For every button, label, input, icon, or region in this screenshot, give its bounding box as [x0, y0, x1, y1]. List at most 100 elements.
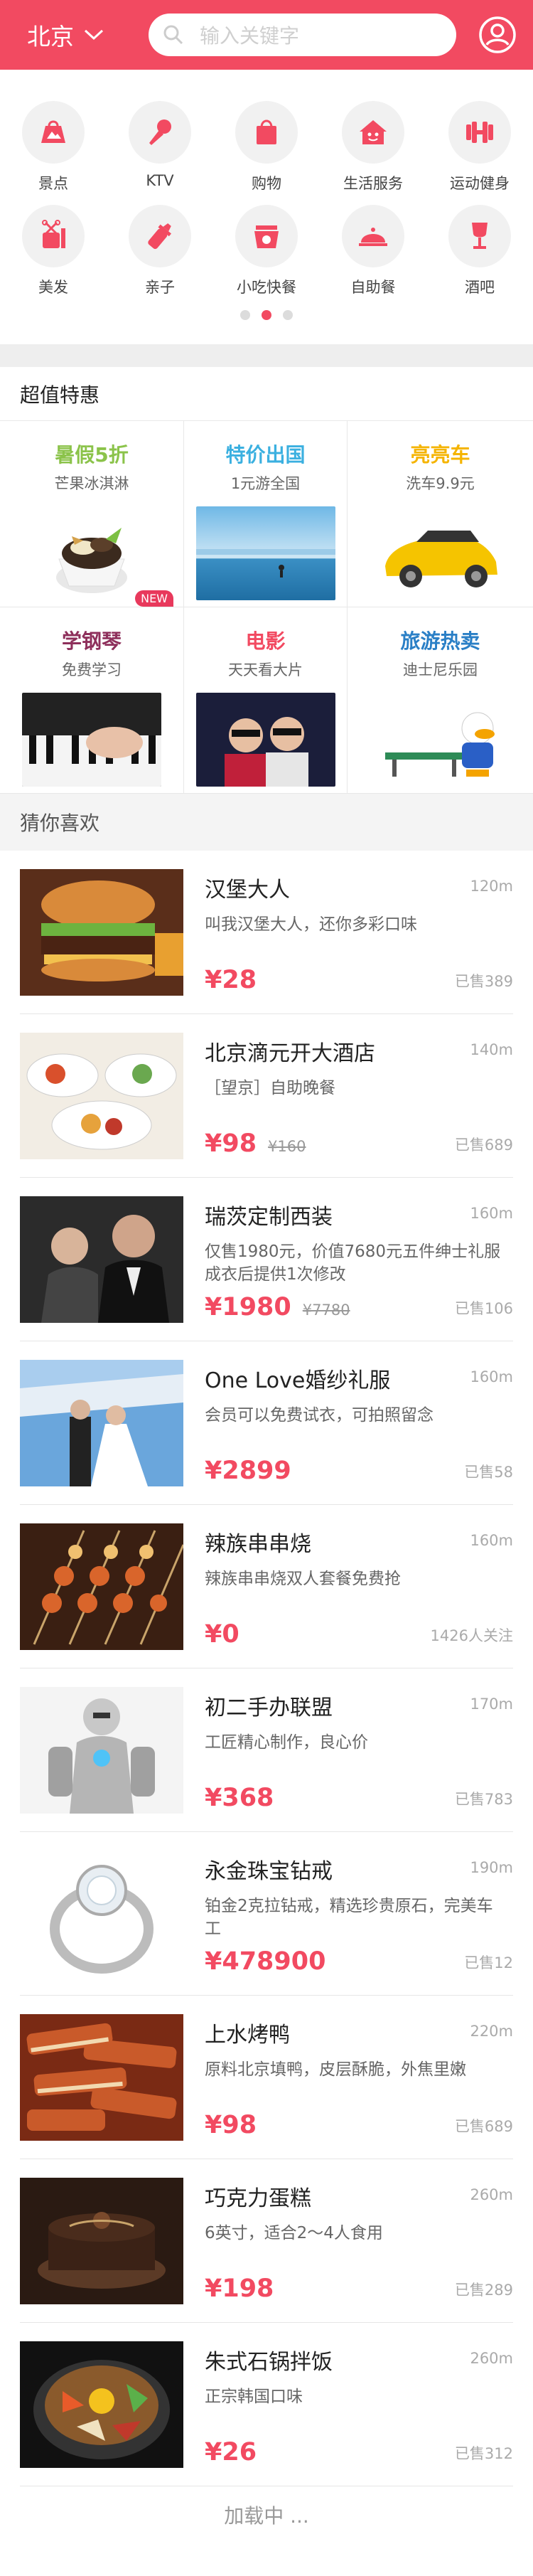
- deal-image-icecream: [22, 506, 161, 600]
- item-name: One Love婚纱礼服: [205, 1368, 391, 1393]
- top-bar: 北京 输入关键字: [0, 0, 533, 70]
- item-thumb-skewers: [20, 1523, 183, 1650]
- list-item[interactable]: 上水烤鸭 原料北京填鸭，皮层酥脆，外焦里嫩 220m ¥98 已售689: [20, 1996, 513, 2159]
- deal-subtitle: 免费学习: [62, 661, 122, 678]
- list-item[interactable]: 巧克力蛋糕 6英寸，适合2～4人食用 260m ¥198 已售289: [20, 2159, 513, 2323]
- deal-card[interactable]: 暑假5折 芒果冰淇淋 NEW: [0, 421, 184, 607]
- item-sold: 已售689: [454, 1137, 513, 1154]
- user-icon[interactable]: [478, 15, 517, 55]
- house-icon: [360, 120, 387, 144]
- category-ktv[interactable]: KTV: [107, 101, 213, 205]
- category-buffet[interactable]: 自助餐: [320, 205, 426, 309]
- item-desc: 辣族串串烧双人套餐免费抢: [205, 1570, 401, 1588]
- scissors-comb-icon: [42, 220, 65, 248]
- item-thumb-ring: [20, 1851, 183, 1977]
- item-price: ¥28: [205, 966, 257, 994]
- original-price: ¥160: [268, 1138, 306, 1155]
- original-price: ¥7780: [302, 1302, 350, 1319]
- category-label: 运动健身: [450, 175, 510, 192]
- deal-card[interactable]: 亮亮车 洗车9.9元: [348, 421, 533, 607]
- list-item[interactable]: 瑞茨定制西装 仅售1980元，价值7680元五件绅士礼服成衣后提供1次修改 16…: [20, 1178, 513, 1341]
- item-desc: 铂金2克拉钻戒，精选珍贵原石，完美车工: [205, 1897, 493, 1938]
- item-thumb-buffet: [20, 1033, 183, 1159]
- item-name: 上水烤鸭: [205, 2023, 290, 2048]
- category-label: 美发: [38, 279, 68, 296]
- category-shopping[interactable]: 购物: [213, 101, 320, 205]
- city-selector[interactable]: 北京: [27, 18, 123, 52]
- list-item[interactable]: 永金珠宝钻戒 铂金2克拉钻戒，精选珍贵原石，完美车工 190m ¥478900 …: [20, 1832, 513, 1996]
- item-distance: 220m: [470, 2023, 513, 2040]
- price-value: ¥26: [205, 2438, 257, 2466]
- deal-card[interactable]: 学钢琴 免费学习: [0, 607, 184, 794]
- list-item[interactable]: 辣族串串烧 辣族串串烧双人套餐免费抢 160m ¥0 1426人关注: [20, 1505, 513, 1668]
- category-label: 自助餐: [350, 279, 396, 296]
- list-item[interactable]: 初二手办联盟 工匠精心制作，良心价 170m ¥368 已售783: [20, 1668, 513, 1832]
- deal-card[interactable]: 旅游热卖 迪士尼乐园: [348, 607, 533, 794]
- category-label: 酒吧: [465, 279, 495, 296]
- item-sold: 已售289: [454, 2282, 513, 2299]
- category-life-service[interactable]: 生活服务: [320, 101, 426, 205]
- item-distance: 120m: [470, 878, 513, 895]
- category-label: 生活服务: [343, 175, 403, 192]
- deals-grid: 暑假5折 芒果冰淇淋 NEW 特价出国 1元游全国 亮亮车 洗车9.9元 学钢琴…: [0, 421, 533, 794]
- item-desc: 正宗韩国口味: [205, 2388, 303, 2406]
- deal-card[interactable]: 电影 天天看大片: [184, 607, 348, 794]
- wine-glass-icon: [472, 223, 488, 249]
- deal-title: 旅游热卖: [400, 629, 480, 653]
- item-name: 永金珠宝钻戒: [205, 1859, 333, 1884]
- item-distance: 260m: [470, 2350, 513, 2367]
- item-distance: 160m: [470, 1368, 513, 1385]
- deal-title: 暑假5折: [55, 443, 129, 467]
- page-dot[interactable]: [240, 310, 250, 320]
- recommend-list: 汉堡大人 叫我汉堡大人，还你多彩口味 120m ¥28 已售389 北京滴元开大…: [0, 851, 533, 2486]
- deal-title: 学钢琴: [61, 629, 122, 653]
- item-sold: 1426人关注: [430, 1627, 513, 1644]
- item-price: ¥26: [205, 2438, 257, 2466]
- category-hair[interactable]: 美发: [0, 205, 107, 309]
- page-dot-active[interactable]: [262, 310, 271, 320]
- item-thumb-cake: [20, 2178, 183, 2304]
- item-name: 汉堡大人: [205, 878, 290, 903]
- deal-card[interactable]: 特价出国 1元游全国: [184, 421, 348, 607]
- category-snack[interactable]: 小吃快餐: [213, 205, 320, 309]
- page-dot[interactable]: [283, 310, 293, 320]
- item-sold: 已售783: [454, 1791, 513, 1808]
- item-price: ¥2899: [205, 1457, 291, 1485]
- price-value: ¥28: [205, 966, 257, 994]
- category-bar[interactable]: 酒吧: [426, 205, 533, 309]
- baby-bottle-icon: [148, 223, 172, 250]
- price-value: ¥98: [205, 1129, 257, 1158]
- list-item[interactable]: 北京滴元开大酒店 ［望京］自助晚餐 140m ¥98 ¥160 已售689: [20, 1014, 513, 1178]
- item-desc: 仅售1980元，价值7680元五件绅士礼服成衣后提供1次修改: [205, 1242, 501, 1284]
- category-scenic[interactable]: 景点: [0, 101, 107, 205]
- price-value: ¥98: [205, 2111, 257, 2139]
- category-kids[interactable]: 亲子: [107, 205, 213, 309]
- item-distance: 190m: [470, 1859, 513, 1876]
- item-desc: 叫我汉堡大人，还你多彩口味: [205, 915, 417, 934]
- snack-icon: [254, 225, 279, 248]
- list-item[interactable]: 汉堡大人 叫我汉堡大人，还你多彩口味 120m ¥28 已售389: [20, 851, 513, 1014]
- search-input[interactable]: 输入关键字: [149, 14, 456, 56]
- item-price: ¥198: [205, 2274, 274, 2303]
- deals-title: 超值特惠: [0, 367, 533, 421]
- item-thumb-wedding: [20, 1360, 183, 1486]
- shopping-bag-icon: [257, 119, 276, 144]
- price-value: ¥198: [205, 2274, 274, 2303]
- category-fitness[interactable]: 运动健身: [426, 101, 533, 205]
- item-price: ¥478900: [205, 1947, 325, 1976]
- item-thumb-duck: [20, 2014, 183, 2141]
- new-badge: NEW: [135, 590, 173, 607]
- list-item[interactable]: One Love婚纱礼服 会员可以免费试衣，可拍照留念 160m ¥2899 已…: [20, 1341, 513, 1505]
- dumbbell-icon: [466, 122, 493, 143]
- price-value: ¥368: [205, 1784, 274, 1812]
- category-label: KTV: [146, 172, 174, 189]
- price-value: ¥1980: [205, 1293, 291, 1321]
- item-thumb-suit: [20, 1196, 183, 1323]
- category-grid: 景点 KTV 购物 生活服务 运动健身 美发 亲子 小吃快餐 自助餐 酒吧: [0, 70, 533, 344]
- item-sold: 已售689: [454, 2118, 513, 2135]
- list-item[interactable]: 朱式石锅拌饭 正宗韩国口味 260m ¥26 已售312: [20, 2323, 513, 2486]
- search-icon: [163, 25, 183, 45]
- chevron-down-icon: [84, 29, 104, 41]
- item-thumb-bibimbap: [20, 2341, 183, 2468]
- item-name: 辣族串串烧: [205, 1532, 311, 1557]
